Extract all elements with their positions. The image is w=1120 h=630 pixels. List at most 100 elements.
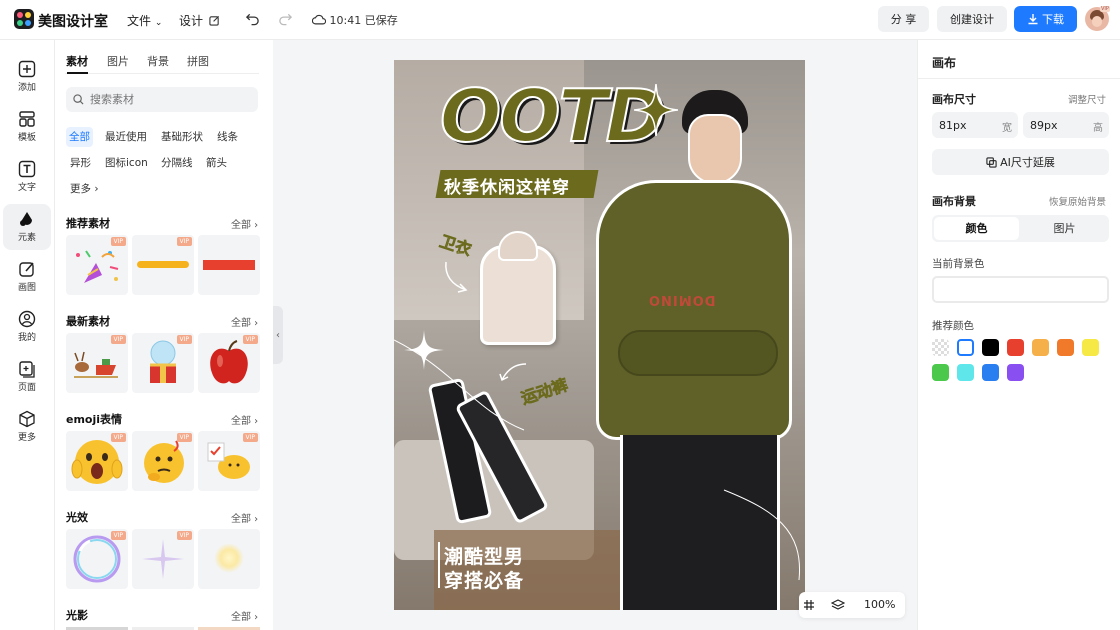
caption-line-1[interactable]: 潮酷型男 xyxy=(444,542,524,569)
save-status-text: 10:41 已保存 xyxy=(329,14,398,27)
tab-images[interactable]: 图片 xyxy=(107,53,129,69)
redo-icon[interactable] xyxy=(278,12,293,26)
color-swatch-black[interactable] xyxy=(982,339,999,356)
see-all-link[interactable]: 全部 › xyxy=(231,314,258,329)
asset-tile-reindeer-sleigh[interactable]: VIP xyxy=(66,333,128,393)
app-name: 美图设计室 xyxy=(38,14,108,30)
app-logo-icon[interactable] xyxy=(14,9,34,29)
see-all-link[interactable]: 全部 › xyxy=(231,608,258,623)
ai-extend-label: AI尺寸延展 xyxy=(1000,156,1055,169)
top-bar: 美图设计室 文件 ⌄ 设计 10:41 已保存 分 享 创建设计 下载 VIP xyxy=(0,0,1120,40)
asset-tile-party-popper[interactable]: VIP xyxy=(66,235,128,295)
tab-color[interactable]: 颜色 xyxy=(934,217,1019,240)
chip-lines[interactable]: 线条 xyxy=(214,127,241,147)
recommended-colors-label: 推荐颜色 xyxy=(932,320,974,332)
nav-add[interactable]: 添加 xyxy=(3,54,51,100)
tab-collage[interactable]: 拼图 xyxy=(187,53,209,69)
see-all-label: 全部 xyxy=(231,514,251,525)
download-icon xyxy=(1028,14,1038,25)
color-swatch-white[interactable] xyxy=(957,339,974,356)
color-swatch-blue[interactable] xyxy=(982,364,999,381)
download-button[interactable]: 下载 xyxy=(1014,6,1077,32)
resize-link[interactable]: 调整尺寸 xyxy=(1068,92,1106,106)
height-unit: 高 xyxy=(1093,123,1103,134)
color-swatch-red[interactable] xyxy=(1007,339,1024,356)
current-bg-swatch[interactable] xyxy=(932,276,1109,303)
nav-draw[interactable]: 画图 xyxy=(3,254,51,300)
workspace: OOTD 秋季休闲这样穿 DOMINO 卫衣 运动裤 潮酷型男 穿搭必备 100… xyxy=(283,40,917,630)
chip-more[interactable]: 更多 › xyxy=(67,179,102,199)
color-swatch-purple[interactable] xyxy=(1007,364,1024,381)
color-swatch-cyan[interactable] xyxy=(957,364,974,381)
nav-label: 画图 xyxy=(17,283,36,293)
vip-badge: VIP xyxy=(176,237,192,246)
nav-mine[interactable]: 我的 xyxy=(3,304,51,350)
section-title-light-shadow: 光影 xyxy=(66,609,88,622)
vip-badge: VIP xyxy=(1100,6,1110,12)
user-icon xyxy=(18,310,36,328)
nav-elements[interactable]: 元素 xyxy=(3,204,51,250)
cloud-icon xyxy=(311,14,327,25)
file-menu[interactable]: 文件 ⌄ xyxy=(127,12,162,29)
ai-extend-button[interactable]: AI尺寸延展 xyxy=(932,149,1109,175)
height-field[interactable]: 89px 高 xyxy=(1023,112,1109,138)
color-swatch-yellow[interactable] xyxy=(1082,339,1099,356)
chip-recent[interactable]: 最近使用 xyxy=(102,127,150,147)
asset-tile-apple[interactable]: VIP xyxy=(198,333,260,393)
nav-text[interactable]: 文字 xyxy=(3,154,51,200)
design-canvas[interactable]: OOTD 秋季休闲这样穿 DOMINO 卫衣 运动裤 潮酷型男 穿搭必备 xyxy=(394,60,805,610)
asset-tile-thinking-emoji[interactable]: VIP xyxy=(132,431,194,491)
see-all-link[interactable]: 全部 › xyxy=(231,510,258,525)
layers-icon[interactable] xyxy=(831,598,845,612)
asset-tile-chick-emoji[interactable]: VIP xyxy=(198,431,260,491)
nav-more[interactable]: 更多 xyxy=(3,404,51,450)
color-swatch-orange[interactable] xyxy=(1057,339,1074,356)
nav-template[interactable]: 模板 xyxy=(3,104,51,150)
caption-line-2[interactable]: 穿搭必备 xyxy=(444,566,524,593)
width-unit: 宽 xyxy=(1002,123,1012,134)
share-button[interactable]: 分 享 xyxy=(878,6,929,32)
asset-tile-red-bar[interactable] xyxy=(198,235,260,295)
chip-all[interactable]: 全部 xyxy=(66,127,93,147)
chip-basic-shapes[interactable]: 基础形状 xyxy=(158,127,206,147)
color-swatch-light-orange[interactable] xyxy=(1032,339,1049,356)
asset-tile-yellow-brush[interactable]: VIP xyxy=(132,235,194,295)
asset-tile-shocked-emoji[interactable]: VIP xyxy=(66,431,128,491)
color-swatch-transparent[interactable] xyxy=(932,339,949,356)
nav-pages[interactable]: 页面 xyxy=(3,354,51,400)
panel-collapse-handle[interactable]: ‹ xyxy=(273,306,283,364)
search-input[interactable] xyxy=(66,87,258,112)
cube-icon xyxy=(19,410,35,428)
grid-icon[interactable] xyxy=(803,599,815,611)
download-label: 下载 xyxy=(1042,13,1064,26)
create-design-button[interactable]: 创建设计 xyxy=(937,6,1007,32)
chip-icons[interactable]: 图标icon xyxy=(102,153,151,173)
nav-label: 元素 xyxy=(17,233,36,243)
asset-panel: 素材 图片 背景 拼图 全部 最近使用 基础形状 线条 异形 图标icon 分隔… xyxy=(55,40,273,630)
zoom-level[interactable]: 100% xyxy=(864,598,895,611)
restore-bg-link[interactable]: 恢复原始背景 xyxy=(1049,194,1106,208)
see-all-link[interactable]: 全部 › xyxy=(231,216,258,231)
tab-backgrounds[interactable]: 背景 xyxy=(147,53,169,69)
asset-tile-glow[interactable] xyxy=(198,529,260,589)
draw-icon xyxy=(19,262,34,277)
chip-dividers[interactable]: 分隔线 xyxy=(158,153,196,173)
undo-icon[interactable] xyxy=(245,12,260,26)
plus-square-icon xyxy=(18,60,36,78)
tab-materials[interactable]: 素材 xyxy=(66,53,88,69)
red-bar-icon xyxy=(203,260,255,270)
width-field[interactable]: 81px 宽 xyxy=(932,112,1018,138)
asset-tile-sparkle[interactable]: VIP xyxy=(132,529,194,589)
tab-image[interactable]: 图片 xyxy=(1022,217,1107,240)
chip-arrows[interactable]: 箭头 xyxy=(203,153,230,173)
chevron-right-icon: › xyxy=(94,183,99,195)
file-menu-label: 文件 xyxy=(127,14,152,28)
asset-tile-snow-globe[interactable]: VIP xyxy=(132,333,194,393)
asset-tile-bubble[interactable]: VIP xyxy=(66,529,128,589)
color-swatch-green[interactable] xyxy=(932,364,949,381)
see-all-link[interactable]: 全部 › xyxy=(231,412,258,427)
chevron-down-icon: ⌄ xyxy=(154,18,163,28)
nav-label: 文字 xyxy=(17,183,36,193)
design-menu[interactable]: 设计 xyxy=(179,12,220,29)
chip-irregular[interactable]: 异形 xyxy=(67,153,94,173)
